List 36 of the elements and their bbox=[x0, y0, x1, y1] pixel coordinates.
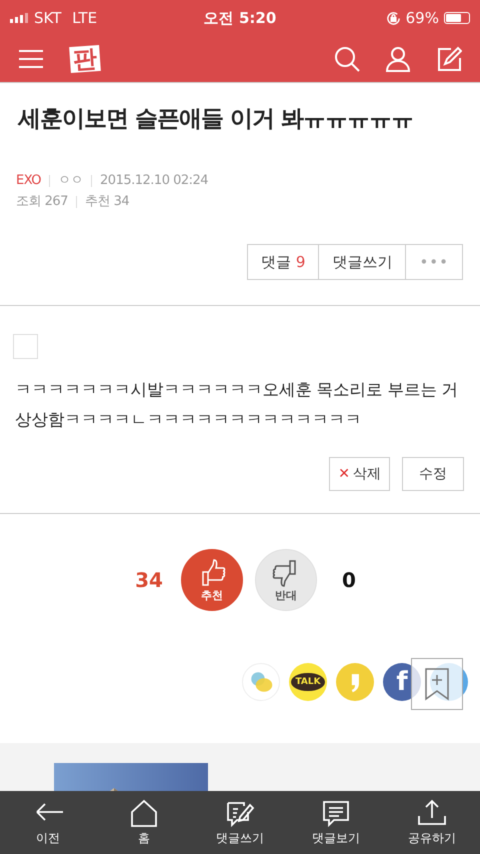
nav-item[interactable]: 공유하기 bbox=[384, 791, 480, 854]
author-name: ㅇㅇ bbox=[58, 172, 84, 190]
talk-button[interactable]: TALK bbox=[289, 663, 327, 701]
edit-icon[interactable] bbox=[436, 46, 462, 72]
bookmark-add-icon[interactable] bbox=[411, 658, 463, 710]
rotation-lock-icon bbox=[386, 10, 401, 26]
nav-item[interactable]: 이전 bbox=[0, 791, 96, 854]
menu-icon[interactable] bbox=[18, 49, 44, 69]
delete-x-icon: ✕ bbox=[338, 466, 350, 482]
search-icon[interactable] bbox=[334, 46, 360, 72]
network-type: LTE bbox=[71, 9, 98, 27]
recommend-count: 추천 34 bbox=[84, 193, 130, 211]
edit-button[interactable]: 수정 bbox=[402, 457, 464, 491]
person-icon[interactable] bbox=[386, 46, 410, 72]
battery-icon bbox=[444, 12, 470, 24]
checkbox[interactable] bbox=[13, 334, 38, 359]
nav-item[interactable]: 댓글쓰기 bbox=[192, 791, 288, 854]
post-body: ㅋㅋㅋㅋㅋㅋㅋ시발ㅋㅋㅋㅋㅋㅋ오세훈 목소리로 부르는 거 상상함ㅋㅋㅋㅋㄴㅋㅋㅋㅋㅋㅋㅋㅋㅋㅋㅋㅋㅋ bbox=[15, 379, 460, 431]
recommend-button[interactable]: 추천 bbox=[181, 549, 243, 611]
battery-percent: 69% bbox=[406, 9, 439, 27]
signal-icon bbox=[10, 13, 28, 23]
oppose-count: 0 bbox=[341, 568, 357, 592]
write-comment-button[interactable]: 댓글쓰기 bbox=[318, 244, 406, 280]
post-title: 세훈이보면 슬픈애들 이거 봐ㅠㅠㅠㅠㅠ bbox=[16, 105, 414, 134]
recommend-count: 34 bbox=[134, 568, 164, 592]
nav-item[interactable]: 댓글보기 bbox=[288, 791, 384, 854]
share-icon bbox=[415, 798, 449, 828]
comments-button[interactable]: 댓글 9 bbox=[247, 244, 320, 280]
oppose-button[interactable]: 반대 bbox=[255, 549, 317, 611]
post-date: 2015.12.10 02:24 bbox=[100, 172, 208, 190]
category-link[interactable]: EXO bbox=[16, 170, 42, 191]
carrier: SKT bbox=[34, 9, 62, 27]
delete-button[interactable]: ✕ 삭제 bbox=[329, 457, 390, 491]
logo[interactable]: 판 bbox=[69, 44, 101, 74]
view-count: 조회 267 bbox=[16, 193, 68, 211]
clock: 오전 5:20 bbox=[204, 8, 276, 26]
